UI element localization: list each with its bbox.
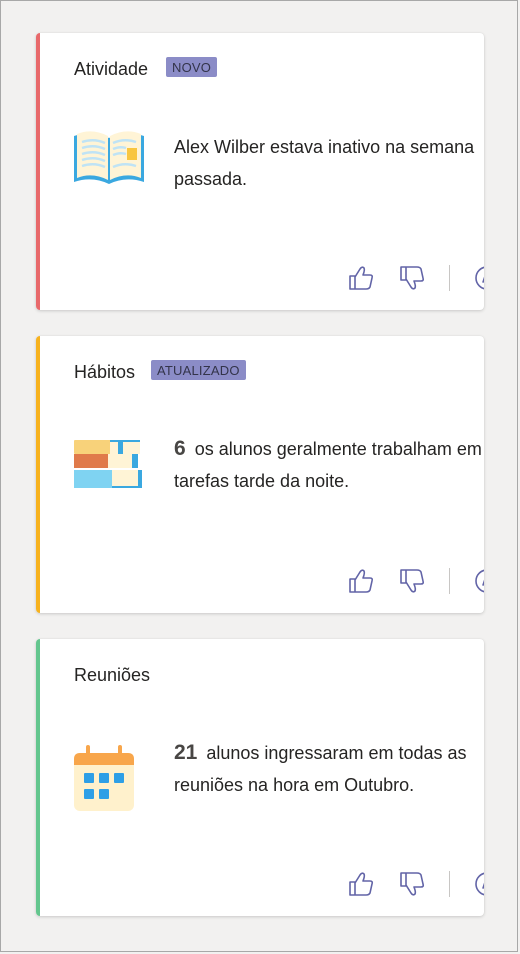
- insight-count: 21: [174, 741, 198, 764]
- insight-message: Alex Wilber estava inativo na semana pas…: [174, 131, 484, 195]
- feedback-actions: [284, 566, 484, 606]
- actions-divider: [449, 265, 450, 291]
- compass-icon[interactable]: [472, 263, 484, 293]
- insight-text: alunos ingressaram em todas as reuniões …: [174, 743, 467, 795]
- compass-icon[interactable]: [472, 869, 484, 899]
- thumbs-up-icon[interactable]: [346, 263, 376, 293]
- card-accent-bar: [36, 336, 40, 613]
- feedback-actions: [284, 869, 484, 909]
- open-book-icon: [72, 128, 146, 193]
- card-accent-bar: [36, 33, 40, 310]
- thumbs-down-icon[interactable]: [397, 263, 427, 293]
- actions-divider: [449, 568, 450, 594]
- card-title: Atividade: [74, 59, 149, 79]
- insight-text: Alex Wilber estava inativo na semana pas…: [174, 137, 475, 189]
- status-badge: NOVO: [166, 57, 218, 77]
- insight-message: 21 alunos ingressaram em todas as reuniõ…: [174, 737, 484, 801]
- card-accent-bar: [36, 639, 40, 916]
- insight-card-reunioes: Reuniões 21 alunos ingressaram em todas …: [36, 639, 484, 916]
- thumbs-up-icon[interactable]: [346, 566, 376, 596]
- insight-message: 6 os alunos geralmente trabalham em tare…: [174, 433, 484, 497]
- insight-count: 6: [174, 437, 186, 460]
- book-stack-icon: [72, 436, 146, 497]
- thumbs-down-icon[interactable]: [397, 566, 427, 596]
- calendar-icon: [72, 743, 136, 818]
- feedback-actions: [284, 263, 484, 303]
- thumbs-down-icon[interactable]: [397, 869, 427, 899]
- insight-text: os alunos geralmente trabalham em tarefa…: [174, 439, 482, 491]
- actions-divider: [449, 871, 450, 897]
- compass-icon[interactable]: [472, 566, 484, 596]
- thumbs-up-icon[interactable]: [346, 869, 376, 899]
- card-title: Hábitos: [74, 362, 136, 382]
- insight-card-habitos: Hábitos ATUALIZADO 6 os alunos geralment…: [36, 336, 484, 613]
- card-title: Reuniões: [74, 665, 151, 685]
- insight-card-atividade: Atividade NOVO Alex Wilber estava inativ…: [36, 33, 484, 310]
- status-badge: ATUALIZADO: [151, 360, 246, 380]
